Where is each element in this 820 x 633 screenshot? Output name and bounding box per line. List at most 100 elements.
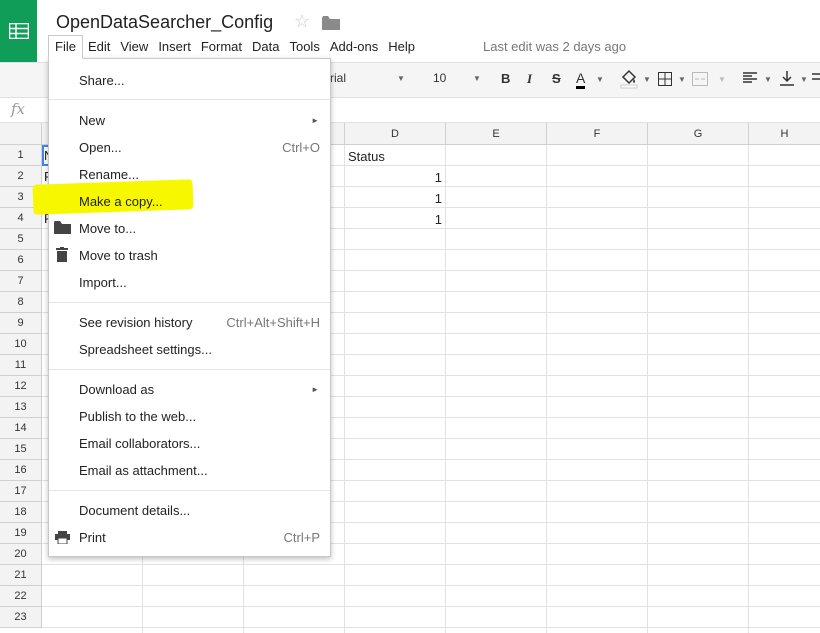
star-icon[interactable]: ☆ [294, 11, 310, 32]
menu-item-label: Print [79, 529, 106, 545]
cell-d1[interactable]: Status [348, 149, 385, 164]
vertical-align-icon[interactable] [780, 71, 794, 87]
row-header[interactable]: 12 [0, 376, 42, 397]
column-header-f[interactable]: F [547, 123, 648, 145]
row-header[interactable]: 21 [0, 565, 42, 586]
merge-cells-icon[interactable] [692, 72, 708, 86]
menu-insert[interactable]: Insert [153, 36, 196, 58]
menu-item-label: Move to trash [79, 247, 158, 263]
chevron-down-icon: ▼ [397, 73, 405, 83]
menu-tools[interactable]: Tools [284, 36, 324, 58]
menu-item-label: Make a copy... [79, 193, 163, 209]
folder-icon[interactable] [322, 16, 340, 35]
row-header[interactable]: 6 [0, 250, 42, 271]
strikethrough-button[interactable]: S [552, 71, 561, 86]
font-size-value: 10 [433, 71, 447, 85]
menu-file[interactable]: File [48, 35, 83, 59]
row-header[interactable]: 23 [0, 607, 42, 628]
menu-separator [49, 369, 330, 370]
row-header[interactable]: 5 [0, 229, 42, 250]
chevron-down-icon[interactable]: ▼ [596, 75, 604, 84]
menu-item-share[interactable]: Share... [49, 67, 330, 93]
row-header[interactable]: 15 [0, 439, 42, 460]
menu-item-label: Import... [79, 274, 127, 290]
row-divider [42, 606, 820, 607]
text-wrap-icon[interactable] [812, 73, 820, 85]
select-all-corner[interactable] [0, 123, 42, 145]
menu-item-print[interactable]: Print Ctrl+P [49, 524, 330, 550]
menu-item-label: Spreadsheet settings... [79, 341, 212, 357]
cell-d4[interactable]: 1 [348, 212, 442, 227]
row-header[interactable]: 7 [0, 271, 42, 292]
cell-d2[interactable]: 1 [348, 170, 442, 185]
row-header[interactable]: 19 [0, 523, 42, 544]
text-color-button[interactable]: A [576, 71, 586, 89]
fx-icon: fx [11, 100, 26, 118]
menu-item-document-details[interactable]: Document details... [49, 497, 330, 523]
row-header[interactable]: 10 [0, 334, 42, 355]
sheets-logo-icon[interactable] [0, 0, 37, 62]
chevron-down-icon[interactable]: ▼ [800, 75, 808, 84]
cell-d3[interactable]: 1 [348, 191, 442, 206]
menu-item-spreadsheet-settings[interactable]: Spreadsheet settings... [49, 336, 330, 362]
chevron-down-icon[interactable]: ▼ [764, 75, 772, 84]
menu-item-move-trash[interactable]: Move to trash [49, 242, 330, 268]
row-header[interactable]: 1 [0, 145, 42, 166]
row-header[interactable]: 9 [0, 313, 42, 334]
menu-format[interactable]: Format [196, 36, 247, 58]
menu-item-publish-web[interactable]: Publish to the web... [49, 403, 330, 429]
menu-view[interactable]: View [115, 36, 153, 58]
align-left-icon[interactable] [743, 72, 757, 84]
menu-bar: File Edit View Insert Format Data Tools … [48, 35, 420, 59]
menu-item-import[interactable]: Import... [49, 269, 330, 295]
row-header[interactable]: 17 [0, 481, 42, 502]
row-header[interactable]: 20 [0, 544, 42, 565]
menu-item-label: Email collaborators... [79, 435, 201, 451]
row-header[interactable]: 18 [0, 502, 42, 523]
row-header[interactable]: 13 [0, 397, 42, 418]
row-header[interactable]: 22 [0, 586, 42, 607]
menu-item-label: Share... [79, 72, 125, 88]
menu-separator [49, 302, 330, 303]
column-divider [647, 145, 648, 633]
bold-button[interactable]: B [501, 71, 510, 86]
row-header[interactable]: 8 [0, 292, 42, 313]
row-header[interactable]: 16 [0, 460, 42, 481]
menu-addons[interactable]: Add-ons [325, 36, 383, 58]
font-size-select[interactable]: 10 ▼ [433, 71, 483, 85]
menu-item-email-attachment[interactable]: Email as attachment... [49, 457, 330, 483]
printer-icon [55, 531, 70, 547]
italic-button[interactable]: I [527, 71, 532, 87]
menu-edit[interactable]: Edit [83, 36, 115, 58]
column-header-e[interactable]: E [446, 123, 547, 145]
row-header[interactable]: 14 [0, 418, 42, 439]
column-header-g[interactable]: G [648, 123, 749, 145]
column-header-h[interactable]: H [749, 123, 820, 145]
menu-item-download-as[interactable]: Download as ► [49, 376, 330, 402]
menu-item-new[interactable]: New ► [49, 107, 330, 133]
menu-item-label: Document details... [79, 502, 191, 518]
fill-color-icon[interactable] [620, 69, 638, 89]
row-header[interactable]: 11 [0, 355, 42, 376]
column-header-d[interactable]: D [345, 123, 446, 145]
borders-icon[interactable] [658, 72, 672, 86]
chevron-down-icon[interactable]: ▼ [718, 75, 726, 84]
chevron-down-icon[interactable]: ▼ [678, 75, 686, 84]
menu-item-move-to[interactable]: Move to... [49, 215, 330, 241]
menu-item-open[interactable]: Open... Ctrl+O [49, 134, 330, 160]
folder-icon [54, 221, 71, 237]
document-title[interactable]: OpenDataSearcher_Config [56, 12, 273, 33]
last-edit-link[interactable]: Last edit was 2 days ago [483, 39, 626, 54]
menu-separator [49, 490, 330, 491]
menu-item-email-collaborators[interactable]: Email collaborators... [49, 430, 330, 456]
menu-item-label: Rename... [79, 166, 139, 182]
menu-item-label: Move to... [79, 220, 137, 236]
menu-data[interactable]: Data [247, 36, 284, 58]
menu-item-revision-history[interactable]: See revision history Ctrl+Alt+Shift+H [49, 309, 330, 335]
menu-item-label: Open... [79, 139, 122, 155]
column-divider [344, 145, 345, 633]
font-family-select[interactable]: rial ▼ [330, 71, 408, 85]
menu-item-make-copy[interactable]: Make a copy... [32, 179, 330, 215]
chevron-down-icon[interactable]: ▼ [643, 75, 651, 84]
menu-help[interactable]: Help [383, 36, 420, 58]
